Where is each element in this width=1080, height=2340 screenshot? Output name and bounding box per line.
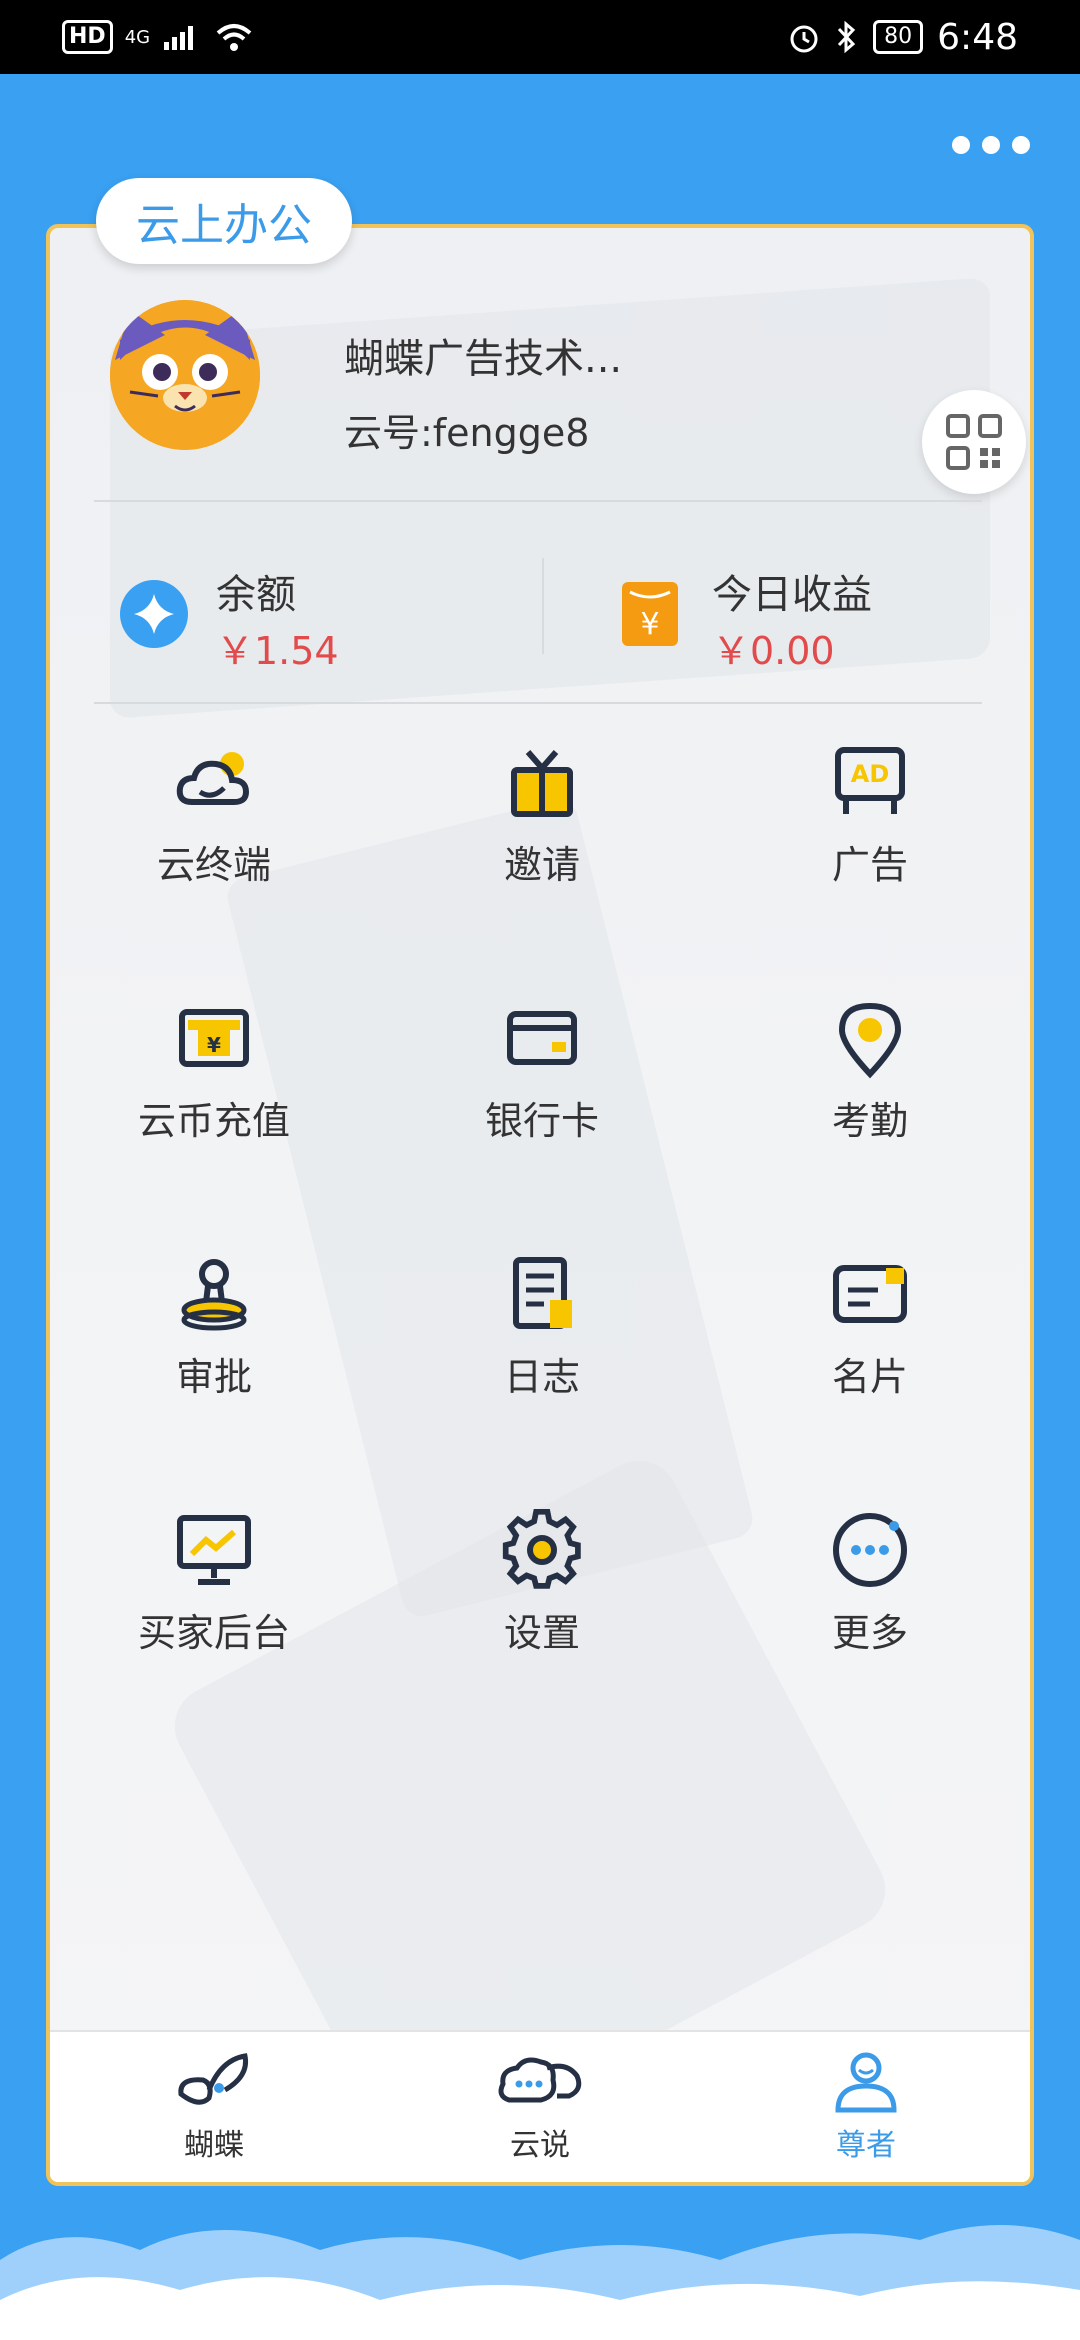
qr-code-button[interactable] bbox=[922, 390, 1026, 494]
balance-stat[interactable]: 余额 ￥1.54 bbox=[120, 562, 520, 682]
main-card: 蝴蝶广告技术... 云号:fengge8 余额 ￥1.54 ¥ 今日收益 ￥0.… bbox=[46, 224, 1034, 2186]
clouds-decoration bbox=[0, 2225, 1080, 2340]
menu-item-label: 广告 bbox=[831, 843, 908, 887]
menu-item-label: 云币充值 bbox=[137, 1099, 290, 1143]
menu-item-approval[interactable]: 审批 bbox=[50, 1252, 378, 1452]
network-type: 4G bbox=[124, 26, 151, 48]
menu-item-buyer-backend[interactable]: 买家后台 bbox=[50, 1508, 378, 1708]
menu-item-label: 更多 bbox=[831, 1611, 908, 1655]
tab-label: 尊者 bbox=[836, 2128, 896, 2163]
tab-butterfly[interactable]: 蝴蝶 bbox=[104, 2050, 324, 2164]
gift-icon bbox=[511, 750, 573, 817]
menu-item-label: 考勤 bbox=[831, 1099, 908, 1143]
dot-icon bbox=[952, 136, 970, 154]
butterfly-icon bbox=[178, 2053, 249, 2105]
cat-avatar-icon bbox=[110, 300, 260, 450]
profile-name: 蝴蝶广告技术... bbox=[344, 336, 623, 382]
stat-divider bbox=[542, 558, 544, 654]
bottom-tab-bar: 蝴蝶 云说 尊者 bbox=[50, 2030, 1030, 2182]
today-earnings-value: ￥0.00 bbox=[712, 629, 835, 673]
menu-item-label: 邀请 bbox=[503, 843, 580, 887]
menu-item-label: 设置 bbox=[503, 1611, 580, 1655]
dot-icon bbox=[982, 136, 1000, 154]
menu-item-settings[interactable]: 设置 bbox=[378, 1508, 706, 1708]
menu-item-attendance[interactable]: 考勤 bbox=[706, 996, 1030, 1196]
balance-value: ￥1.54 bbox=[216, 629, 339, 673]
menu-item-label: 日志 bbox=[503, 1355, 580, 1399]
today-earnings-stat[interactable]: ¥ 今日收益 ￥0.00 bbox=[616, 562, 1016, 682]
menu-item-label: 云终端 bbox=[156, 843, 271, 887]
svg-text:¥: ¥ bbox=[207, 1033, 221, 1057]
menu-item-log[interactable]: 日志 bbox=[378, 1252, 706, 1452]
menu-item-more[interactable]: 更多 bbox=[706, 1508, 1030, 1708]
svg-text:¥: ¥ bbox=[640, 607, 659, 642]
dot-icon bbox=[1012, 136, 1030, 154]
menu-item-cloud-terminal[interactable]: 云终端 bbox=[50, 740, 378, 940]
signal-icon bbox=[164, 26, 194, 50]
chat-cloud-icon bbox=[498, 2057, 582, 2103]
yen-bag-icon: ¥ bbox=[622, 582, 678, 646]
menu-item-business-card[interactable]: 名片 bbox=[706, 1252, 1030, 1452]
alarm-icon bbox=[790, 25, 818, 53]
menu-item-bank-card[interactable]: 银行卡 bbox=[378, 996, 706, 1196]
stamp-icon bbox=[181, 1259, 247, 1331]
business-card-icon bbox=[833, 1265, 907, 1323]
menu-item-label: 银行卡 bbox=[484, 1099, 599, 1143]
qr-code-icon bbox=[946, 414, 1002, 470]
ad-board-icon: AD bbox=[835, 747, 905, 814]
divider bbox=[94, 702, 982, 704]
bluetooth-icon bbox=[838, 20, 856, 54]
avatar[interactable] bbox=[110, 300, 260, 450]
divider bbox=[94, 500, 982, 502]
coin-card-icon: ¥ bbox=[179, 1009, 249, 1067]
menu-item-label: 审批 bbox=[175, 1355, 252, 1399]
svg-text:AD: AD bbox=[851, 760, 890, 788]
hd-indicator: HD bbox=[62, 20, 113, 54]
clock: 6:48 bbox=[937, 16, 1018, 58]
menu-item-label: 买家后台 bbox=[137, 1611, 290, 1655]
tab-cloud-talk[interactable]: 云说 bbox=[430, 2050, 650, 2164]
bank-card-icon bbox=[507, 1011, 577, 1065]
tab-profile[interactable]: 尊者 bbox=[756, 2050, 976, 2164]
user-icon bbox=[835, 2052, 897, 2113]
balance-label: 余额 bbox=[216, 572, 296, 618]
today-earnings-label: 今日收益 bbox=[712, 572, 872, 618]
menu-item-invite[interactable]: 邀请 bbox=[378, 740, 706, 940]
battery-indicator: 80 bbox=[873, 20, 924, 54]
section-tag: 云上办公 bbox=[96, 178, 352, 264]
menu-item-ad[interactable]: AD 广告 bbox=[706, 740, 1030, 940]
profile-section[interactable]: 蝴蝶广告技术... 云号:fengge8 bbox=[110, 298, 1026, 494]
more-circle-icon bbox=[833, 1513, 907, 1587]
status-bar: HD 4G 80 6:48 bbox=[0, 0, 1080, 74]
cloud-terminal-icon bbox=[176, 752, 250, 805]
location-pin-icon bbox=[838, 1002, 902, 1079]
monitor-chart-icon bbox=[177, 1515, 251, 1585]
menu-item-label: 名片 bbox=[831, 1355, 908, 1399]
profile-cloud-id: 云号:fengge8 bbox=[344, 411, 590, 455]
diamond-icon bbox=[120, 580, 188, 648]
gear-icon bbox=[502, 1508, 581, 1589]
more-menu-button[interactable] bbox=[952, 136, 1030, 154]
tab-label: 蝴蝶 bbox=[184, 2128, 244, 2163]
menu-item-coin-recharge[interactable]: ¥ 云币充值 bbox=[50, 996, 378, 1196]
log-document-icon bbox=[513, 1257, 572, 1329]
wifi-icon bbox=[216, 24, 252, 51]
tab-label: 云说 bbox=[510, 2128, 570, 2163]
